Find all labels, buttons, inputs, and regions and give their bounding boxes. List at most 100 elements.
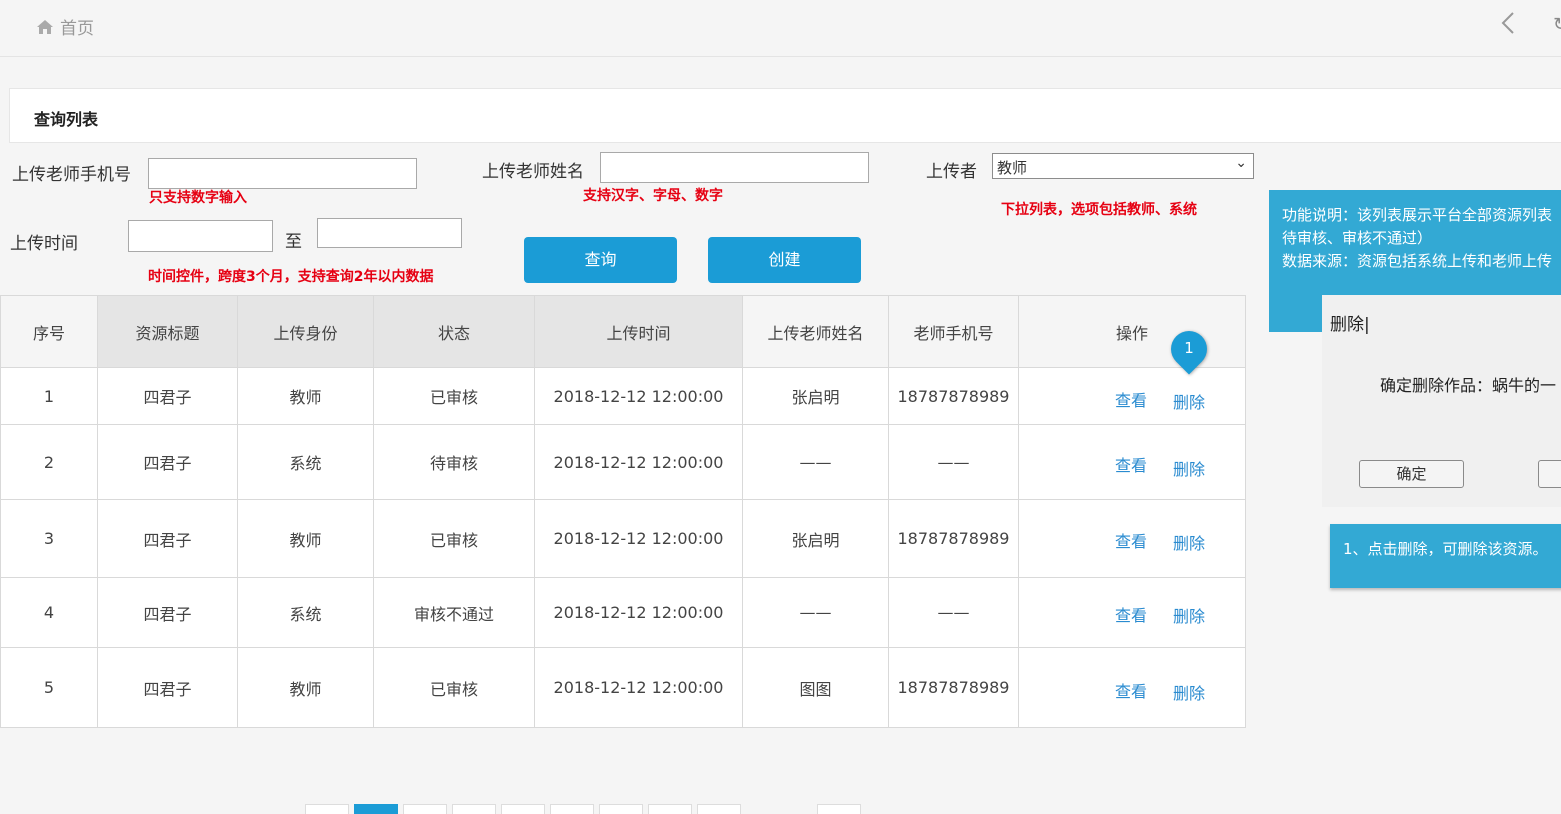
view-link[interactable]: 查看 (1115, 452, 1147, 476)
info-line-2: 待审核、审核不通过） (1282, 229, 1433, 247)
cell-title: 四君子 (97, 647, 238, 728)
delete-link[interactable]: 删除 (1173, 680, 1205, 704)
cell-actions: 查看 删除 (1018, 647, 1246, 728)
cell-teacher-phone: —— (888, 577, 1019, 648)
table-row: 4 四君子 系统 审核不通过 2018-12-12 12:00:00 —— ——… (0, 577, 1246, 648)
uploader-select[interactable]: 教师 ⌄ (992, 153, 1254, 179)
cell-identity: 教师 (237, 499, 374, 578)
pagination-item[interactable] (403, 804, 447, 814)
cell-teacher-phone: —— (888, 424, 1019, 500)
delete-link[interactable]: 删除 (1173, 456, 1205, 480)
cell-upload-time: 2018-12-12 12:00:00 (534, 424, 743, 500)
info-line-3: 数据来源：资源包括系统上传和老师上传 (1282, 252, 1553, 270)
time-label: 上传时间 (10, 234, 78, 254)
cell-identity: 系统 (237, 424, 374, 500)
delete-link[interactable]: 删除 (1173, 530, 1205, 554)
name-note: 支持汉字、字母、数字 (583, 188, 723, 204)
chevron-down-icon: ⌄ (1235, 155, 1247, 171)
annotation-tip-box: 1、点击删除，可删除该资源。 (1330, 524, 1561, 588)
cell-title: 四君子 (97, 424, 238, 500)
cell-index: 5 (0, 647, 98, 728)
cell-teacher-phone: 18787878989 (888, 499, 1019, 578)
chevron-left-icon[interactable] (1500, 10, 1516, 43)
phone-note: 只支持数字输入 (149, 190, 247, 206)
cell-status: 已审核 (373, 647, 535, 728)
col-upload-time: 上传时间 (534, 295, 743, 368)
refresh-icon[interactable]: ↻ (1553, 14, 1561, 34)
pagination-item[interactable] (452, 804, 496, 814)
cancel-button[interactable] (1538, 460, 1561, 488)
home-label: 首页 (60, 19, 94, 39)
cell-identity: 教师 (237, 367, 374, 425)
uploader-label: 上传者 (926, 162, 977, 182)
cell-actions: 查看 删除 (1018, 424, 1246, 500)
col-title: 资源标题 (97, 295, 238, 368)
cell-status: 已审核 (373, 367, 535, 425)
pagination-item[interactable] (697, 804, 741, 814)
cell-title: 四君子 (97, 577, 238, 648)
cell-index: 1 (0, 367, 98, 425)
confirm-button[interactable]: 确定 (1359, 460, 1464, 488)
cell-teacher-name: 张启明 (742, 367, 889, 425)
pagination-item[interactable] (550, 804, 594, 814)
time-end-input[interactable] (317, 218, 462, 248)
cell-upload-time: 2018-12-12 12:00:00 (534, 499, 743, 578)
name-input[interactable] (600, 152, 869, 183)
breadcrumb-home[interactable]: 首页 (36, 14, 94, 39)
time-note: 时间控件，跨度3个月，支持查询2年以内数据 (148, 269, 434, 285)
view-link[interactable]: 查看 (1115, 678, 1147, 702)
cell-identity: 教师 (237, 647, 374, 728)
view-link[interactable]: 查看 (1115, 528, 1147, 552)
cell-actions: 查看 删除 (1018, 499, 1246, 578)
delete-link[interactable]: 删除 (1173, 389, 1205, 413)
time-start-input[interactable] (128, 220, 273, 252)
delete-dialog: 删除| 确定删除作品：蜗牛的一 确定 (1322, 295, 1561, 507)
delete-link[interactable]: 删除 (1173, 603, 1205, 627)
col-teacher-name: 上传老师姓名 (742, 295, 889, 368)
col-status: 状态 (373, 295, 535, 368)
cell-actions: 查看 删除 (1018, 367, 1246, 425)
cell-upload-time: 2018-12-12 12:00:00 (534, 647, 743, 728)
cell-teacher-name: —— (742, 577, 889, 648)
cell-actions: 查看 删除 (1018, 577, 1246, 648)
cell-teacher-name: 张启明 (742, 499, 889, 578)
pagination-item[interactable] (817, 804, 861, 814)
table-row: 1 四君子 教师 已审核 2018-12-12 12:00:00 张启明 187… (0, 367, 1246, 425)
pagination-item[interactable] (599, 804, 643, 814)
table-row: 3 四君子 教师 已审核 2018-12-12 12:00:00 张启明 187… (0, 499, 1246, 578)
cell-status: 审核不通过 (373, 577, 535, 648)
dialog-message: 确定删除作品：蜗牛的一 (1380, 376, 1557, 395)
time-separator: 至 (285, 232, 302, 252)
name-label: 上传老师姓名 (482, 162, 584, 182)
table-row: 5 四君子 教师 已审核 2018-12-12 12:00:00 图图 1878… (0, 647, 1246, 728)
create-button[interactable]: 创建 (708, 237, 861, 283)
pagination-item[interactable] (501, 804, 545, 814)
uploader-selected: 教师 (997, 159, 1028, 177)
pagination-item[interactable] (648, 804, 692, 814)
cell-upload-time: 2018-12-12 12:00:00 (534, 367, 743, 425)
cell-teacher-name: —— (742, 424, 889, 500)
col-actions: 操作 (1018, 295, 1246, 368)
cell-upload-time: 2018-12-12 12:00:00 (534, 577, 743, 648)
dialog-title: 删除| (1330, 315, 1370, 335)
home-icon (37, 19, 53, 34)
pagination-item[interactable] (305, 804, 349, 814)
pagination-item-active[interactable] (354, 804, 398, 814)
info-line-1: 功能说明：该列表展示平台全部资源列表 (1282, 206, 1553, 224)
table-row: 2 四君子 系统 待审核 2018-12-12 12:00:00 —— —— 查… (0, 424, 1246, 500)
cell-title: 四君子 (97, 499, 238, 578)
panel-header: 查询列表 (9, 88, 1561, 143)
cell-index: 3 (0, 499, 98, 578)
col-index: 序号 (0, 295, 98, 368)
view-link[interactable]: 查看 (1115, 387, 1147, 411)
uploader-note: 下拉列表，选项包括教师、系统 (1001, 202, 1197, 218)
tip-text: 1、点击删除，可删除该资源。 (1343, 540, 1548, 558)
query-button[interactable]: 查询 (524, 237, 677, 283)
view-link[interactable]: 查看 (1115, 602, 1147, 626)
cell-status: 已审核 (373, 499, 535, 578)
annotation-marker-number: 1 (1184, 339, 1194, 357)
cell-identity: 系统 (237, 577, 374, 648)
phone-input[interactable] (148, 158, 417, 189)
cell-status: 待审核 (373, 424, 535, 500)
cell-teacher-name: 图图 (742, 647, 889, 728)
